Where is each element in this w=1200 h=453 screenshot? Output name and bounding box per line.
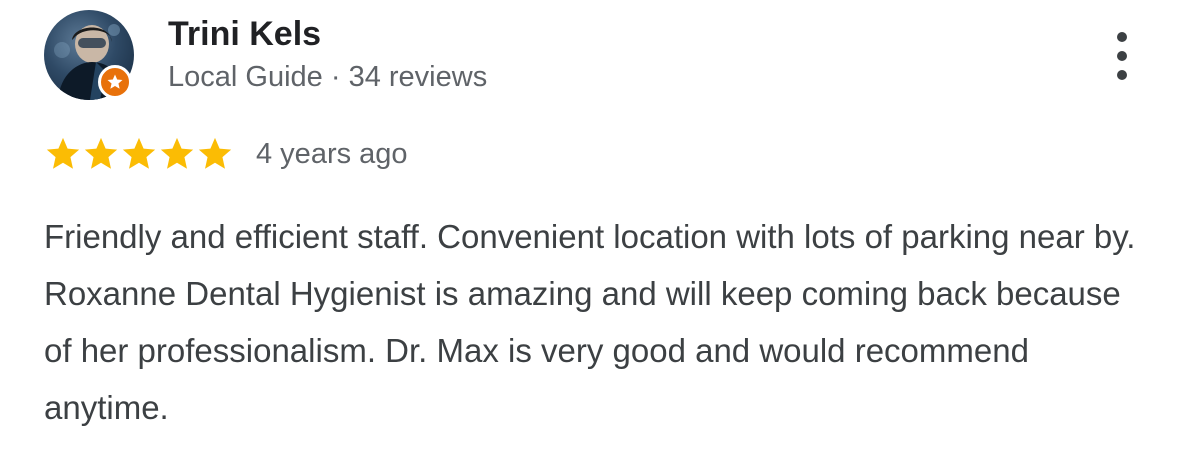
star-icon	[46, 137, 80, 169]
star-icon	[198, 137, 232, 169]
rating-row: 4 years ago	[44, 134, 408, 174]
meta-separator: ·	[330, 61, 341, 93]
star-icon	[160, 137, 194, 169]
review-count: 34 reviews	[348, 61, 488, 93]
local-guide-label: Local Guide	[168, 61, 323, 93]
review-text: Friendly and efficient staff. Convenient…	[44, 218, 1136, 426]
more-options-button[interactable]	[1102, 28, 1142, 84]
more-vert-icon	[1117, 32, 1127, 80]
star-icon	[122, 137, 156, 169]
local-guide-star-icon	[98, 65, 132, 99]
reviewer-meta: Local Guide · 34 reviews	[168, 58, 487, 96]
star-icon	[84, 137, 118, 169]
star-rating	[44, 135, 234, 173]
review-date: 4 years ago	[256, 138, 408, 170]
reviewer-name[interactable]: Trini Kels	[168, 12, 321, 56]
